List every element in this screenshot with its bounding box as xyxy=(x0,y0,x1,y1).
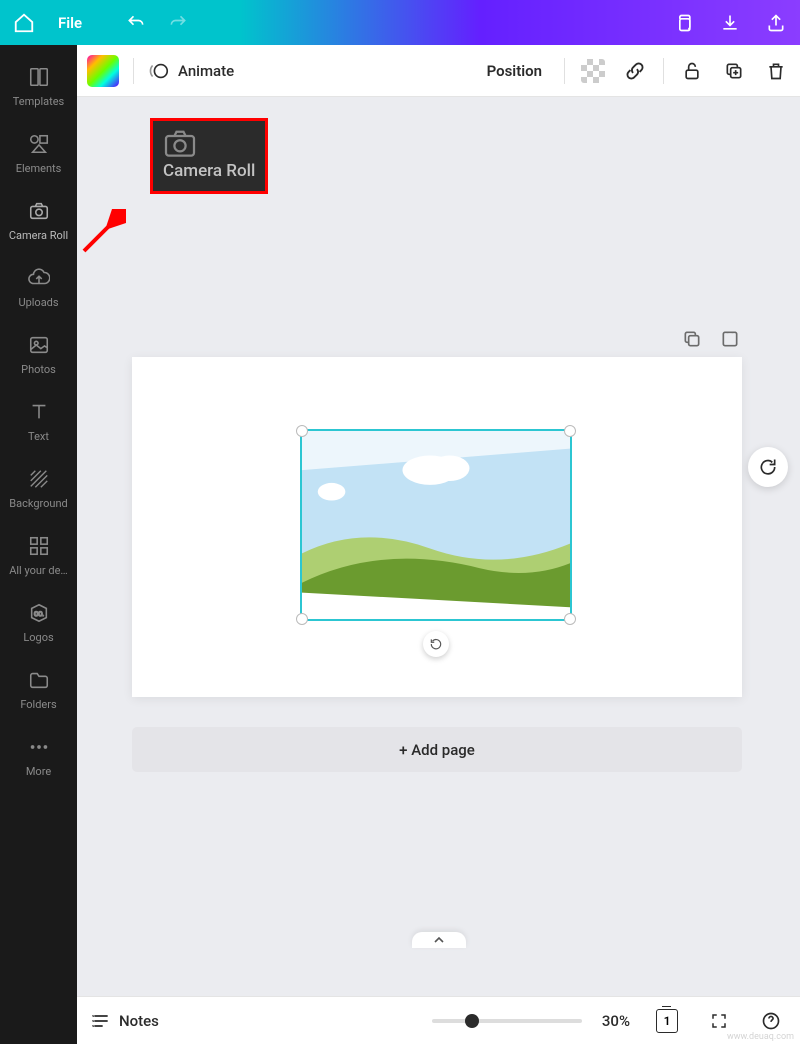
animate-label: Animate xyxy=(178,62,234,80)
home-button[interactable] xyxy=(8,7,40,39)
sidebar-item-label: Elements xyxy=(16,162,62,175)
position-button[interactable]: Position xyxy=(479,58,550,84)
canvas-page[interactable] xyxy=(132,357,742,697)
duplicate-page-button[interactable] xyxy=(682,329,702,349)
folders-icon xyxy=(27,668,51,692)
top-bar: File xyxy=(0,0,800,45)
fullscreen-button[interactable] xyxy=(704,1006,734,1036)
link-button[interactable] xyxy=(621,57,649,85)
templates-icon xyxy=(27,65,51,89)
sidebar-item-label: All your de… xyxy=(9,564,68,577)
zoom-slider[interactable] xyxy=(432,1019,582,1023)
sidebar-item-label: Camera Roll xyxy=(9,229,68,242)
canvas-area: Animate Position Camera Roll xyxy=(77,45,800,1044)
share-button[interactable] xyxy=(760,7,792,39)
add-page-button[interactable] xyxy=(720,329,740,349)
help-button[interactable] xyxy=(756,1006,786,1036)
sidebar-item-label: Photos xyxy=(21,363,56,376)
callout-label: Camera Roll xyxy=(163,161,255,181)
zoom-value[interactable]: 30% xyxy=(602,1012,630,1030)
lock-button[interactable] xyxy=(678,57,706,85)
expand-pages-tab[interactable] xyxy=(412,932,466,948)
resize-handle-bl[interactable] xyxy=(296,613,308,625)
sidebar-item-label: Background xyxy=(9,497,67,510)
designs-icon xyxy=(27,534,51,558)
magic-button[interactable] xyxy=(748,447,788,487)
background-icon xyxy=(27,467,51,491)
context-bar: Animate Position xyxy=(77,45,800,97)
sidebar-item-folders[interactable]: Folders xyxy=(0,660,77,719)
photos-icon xyxy=(27,333,51,357)
color-picker-button[interactable] xyxy=(87,55,119,87)
selected-image[interactable] xyxy=(300,429,572,621)
sidebar-item-more[interactable]: More xyxy=(0,727,77,786)
sidebar-item-label: Uploads xyxy=(18,296,58,309)
uploads-icon xyxy=(27,266,51,290)
camera-icon xyxy=(163,129,255,157)
sidebar-item-text[interactable]: Text xyxy=(0,392,77,451)
undo-button[interactable] xyxy=(126,13,146,33)
text-icon xyxy=(27,400,51,424)
transparency-button[interactable] xyxy=(579,57,607,85)
sidebar-item-label: Text xyxy=(28,430,49,443)
notes-button[interactable]: Notes xyxy=(91,1011,159,1031)
resize-handle-tl[interactable] xyxy=(296,425,308,437)
annotation-arrow xyxy=(77,209,126,259)
sidebar-item-label: Logos xyxy=(23,631,53,644)
delete-button[interactable] xyxy=(762,57,790,85)
callout-camera-roll: Camera Roll xyxy=(150,118,268,194)
image-placeholder xyxy=(302,431,570,619)
watermark: www.deuaq.com xyxy=(727,1032,794,1042)
more-icon xyxy=(27,735,51,759)
svg-text:CO.: CO. xyxy=(34,610,44,618)
sidebar-item-elements[interactable]: Elements xyxy=(0,124,77,183)
logos-icon: CO. xyxy=(27,601,51,625)
animate-button[interactable]: Animate xyxy=(148,60,234,82)
sidebar-item-uploads[interactable]: Uploads xyxy=(0,258,77,317)
camera-icon xyxy=(27,199,51,223)
file-menu[interactable]: File xyxy=(44,10,96,36)
sidebar-item-templates[interactable]: Templates xyxy=(0,57,77,116)
redo-button[interactable] xyxy=(168,13,188,33)
left-rail: Templates Elements Camera Roll Uploads P… xyxy=(0,45,77,1044)
page-count-button[interactable]: 1 xyxy=(652,1006,682,1036)
bottom-bar: Notes 30% 1 xyxy=(77,996,800,1044)
sidebar-item-label: Folders xyxy=(20,698,56,711)
sidebar-item-photos[interactable]: Photos xyxy=(0,325,77,384)
download-button[interactable] xyxy=(714,7,746,39)
animate-icon xyxy=(148,60,170,82)
sidebar-item-designs[interactable]: All your de… xyxy=(0,526,77,585)
sidebar-item-background[interactable]: Background xyxy=(0,459,77,518)
duplicate-button[interactable] xyxy=(720,57,748,85)
page-actions xyxy=(682,329,740,349)
sidebar-item-label: Templates xyxy=(13,95,64,108)
divider xyxy=(663,58,664,84)
notes-icon xyxy=(91,1011,111,1031)
divider xyxy=(133,58,134,84)
workspace[interactable]: Camera Roll xyxy=(77,97,800,996)
resize-handle-br[interactable] xyxy=(564,613,576,625)
elements-icon xyxy=(27,132,51,156)
copy-design-button[interactable] xyxy=(668,7,700,39)
sidebar-item-logos[interactable]: CO. Logos xyxy=(0,593,77,652)
zoom-slider-handle[interactable] xyxy=(465,1014,479,1028)
sidebar-item-label: More xyxy=(26,765,51,778)
sidebar-item-camera-roll[interactable]: Camera Roll xyxy=(0,191,77,250)
rotate-handle[interactable] xyxy=(423,631,449,657)
undo-redo-group xyxy=(126,13,188,33)
notes-label: Notes xyxy=(119,1012,159,1030)
resize-handle-tr[interactable] xyxy=(564,425,576,437)
transparency-icon xyxy=(581,59,605,83)
divider xyxy=(564,58,565,84)
add-page-bar[interactable]: + Add page xyxy=(132,727,742,772)
page-count-badge: 1 xyxy=(656,1009,678,1033)
